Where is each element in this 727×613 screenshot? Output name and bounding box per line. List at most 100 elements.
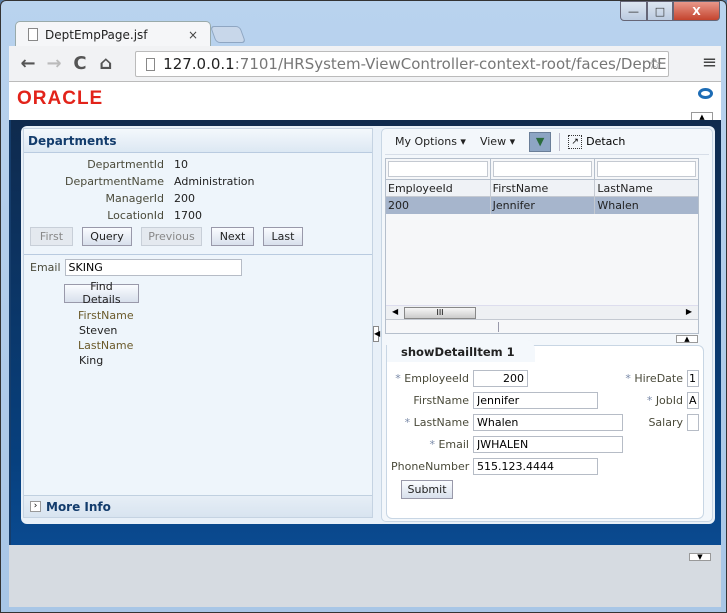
field-manager-id: ManagerId 200 xyxy=(24,190,372,207)
close-tab-icon[interactable]: × xyxy=(188,28,198,42)
oracle-logo: ORACLE xyxy=(17,88,104,109)
label: LocationId xyxy=(107,209,164,222)
filter-last-name[interactable] xyxy=(597,161,697,177)
filter-employee-id[interactable] xyxy=(388,161,488,177)
main-area: Departments DepartmentId 10 DepartmentNam… xyxy=(9,120,721,545)
table-toolbar: My Options ▾ View ▾ ▼ ↗ Detach xyxy=(385,129,709,155)
browser-tab[interactable]: DeptEmpPage.jsf × xyxy=(15,21,211,47)
email-label: Email xyxy=(30,261,61,274)
scroll-right-arrow-icon[interactable]: ▶ xyxy=(686,307,692,316)
last-name-label: LastName xyxy=(78,338,134,352)
employee-id-field[interactable] xyxy=(473,370,528,387)
more-info-title: More Info xyxy=(46,499,111,514)
scrollbar-thumb[interactable]: III xyxy=(404,307,476,319)
employees-panel: My Options ▾ View ▾ ▼ ↗ Detach EmployeeI… xyxy=(381,128,713,522)
last-name-field[interactable] xyxy=(473,414,623,431)
forward-button[interactable]: → xyxy=(41,53,67,74)
page-icon xyxy=(28,28,38,41)
column-header-employee-id[interactable]: EmployeeId xyxy=(386,180,491,196)
filter-row xyxy=(386,159,698,180)
value: 10 xyxy=(174,158,188,171)
label: DepartmentName xyxy=(64,175,164,188)
close-window-button[interactable]: X xyxy=(673,1,720,21)
field-location-id: LocationId 1700 xyxy=(24,207,372,224)
email-input[interactable] xyxy=(64,259,242,276)
new-tab-button[interactable] xyxy=(209,26,247,43)
browser-menu-icon[interactable]: ≡ xyxy=(702,52,717,73)
field-department-id: DepartmentId 10 xyxy=(24,156,372,173)
cell-first-name: Jennifer xyxy=(491,197,596,214)
employees-table: EmployeeId FirstName LastName 200 Jennif… xyxy=(385,158,699,334)
table-header: EmployeeId FirstName LastName xyxy=(386,180,698,197)
last-button[interactable]: Last xyxy=(263,227,303,246)
detach-button[interactable]: Detach xyxy=(586,135,625,148)
horizontal-scrollbar[interactable]: ◀ III ▶ xyxy=(386,305,698,319)
departments-title: Departments xyxy=(24,129,372,153)
employee-detail-panel: showDetailItem 1 * EmployeeId FirstName … xyxy=(386,340,704,519)
next-button[interactable]: Next xyxy=(211,227,254,246)
table-footer xyxy=(386,319,698,333)
first-name-label: FirstName xyxy=(78,308,134,322)
tab-show-detail-item-1[interactable]: showDetailItem 1 xyxy=(387,340,535,362)
employee-id-label: EmployeeId xyxy=(404,372,469,385)
field-department-name: DepartmentName Administration xyxy=(24,173,372,190)
tab-title: DeptEmpPage.jsf xyxy=(45,27,148,42)
hire-date-field[interactable] xyxy=(687,370,699,387)
email-field[interactable] xyxy=(473,436,623,453)
minimize-button[interactable]: — xyxy=(620,1,647,21)
detach-icon[interactable]: ↗ xyxy=(568,134,583,149)
table-row[interactable]: 200 Jennifer Whalen xyxy=(386,197,698,214)
first-button[interactable]: First xyxy=(30,227,73,246)
find-details-button[interactable]: Find Details xyxy=(64,280,139,306)
collapse-pane-button[interactable]: ▲ xyxy=(676,335,698,343)
page-icon xyxy=(146,57,156,71)
oracle-o-icon xyxy=(698,88,713,99)
value: 1700 xyxy=(174,209,202,222)
previous-button[interactable]: Previous xyxy=(141,227,202,246)
job-id-field[interactable] xyxy=(687,392,699,409)
address-bar[interactable]: 127.0.0.1:7101/HRSystem-ViewController-c… xyxy=(135,51,669,77)
submit-button[interactable]: Submit xyxy=(401,480,453,499)
salary-field[interactable] xyxy=(687,414,699,431)
label: DepartmentId xyxy=(87,158,164,171)
hire-date-label: HireDate xyxy=(634,372,683,385)
scroll-left-arrow-icon[interactable]: ◀ xyxy=(392,307,398,316)
bookmark-star-icon[interactable]: ☆ xyxy=(648,54,662,73)
maximize-button[interactable]: □ xyxy=(647,1,673,21)
expand-footer-button[interactable]: ▼ xyxy=(689,553,711,561)
last-name-value: King xyxy=(79,353,104,367)
first-name-value: Steven xyxy=(79,323,118,337)
url-host: 127.0.0.1 xyxy=(163,55,235,73)
query-by-example-filter-icon[interactable]: ▼ xyxy=(529,131,552,152)
value: 200 xyxy=(174,192,195,205)
browser-toolbar: ← → C ⌂ 127.0.0.1:7101/HRSystem-ViewCont… xyxy=(9,46,721,82)
page-content: ORACLE ▲ Departments DepartmentId 10 Depa… xyxy=(9,82,721,607)
splitter-collapse-handle[interactable]: ◀ xyxy=(373,326,380,342)
panel-splitter: Departments DepartmentId 10 DepartmentNam… xyxy=(21,126,715,524)
query-button[interactable]: Query xyxy=(82,227,132,246)
more-info-header[interactable]: › More Info xyxy=(24,495,372,517)
page-footer: ▼ xyxy=(9,545,721,607)
view-menu[interactable]: View ▾ xyxy=(480,135,515,148)
branding-bar: ORACLE ▲ xyxy=(9,82,721,121)
home-button[interactable]: ⌂ xyxy=(93,53,119,74)
value: Administration xyxy=(174,175,255,188)
first-name-label: FirstName xyxy=(413,394,469,407)
column-header-first-name[interactable]: FirstName xyxy=(491,180,596,196)
job-id-label: JobId xyxy=(655,394,683,407)
label: ManagerId xyxy=(105,192,164,205)
cell-last-name: Whalen xyxy=(597,199,639,212)
phone-number-field[interactable] xyxy=(473,458,598,475)
reload-button[interactable]: C xyxy=(67,53,93,74)
column-header-last-name[interactable]: LastName xyxy=(595,180,698,196)
my-options-menu[interactable]: My Options ▾ xyxy=(395,135,466,148)
last-name-label: LastName xyxy=(413,416,469,429)
departments-panel: Departments DepartmentId 10 DepartmentNam… xyxy=(23,128,373,518)
first-name-field[interactable] xyxy=(473,392,598,409)
expand-chevron-icon[interactable]: › xyxy=(30,501,41,512)
browser-window: — □ X DeptEmpPage.jsf × ← → C ⌂ 127.0.0.… xyxy=(0,0,727,613)
toolbar-separator xyxy=(559,132,561,151)
filter-first-name[interactable] xyxy=(492,161,593,177)
back-button[interactable]: ← xyxy=(15,53,41,74)
url-path: :7101/HRSystem-ViewController-context-ro… xyxy=(234,55,668,73)
